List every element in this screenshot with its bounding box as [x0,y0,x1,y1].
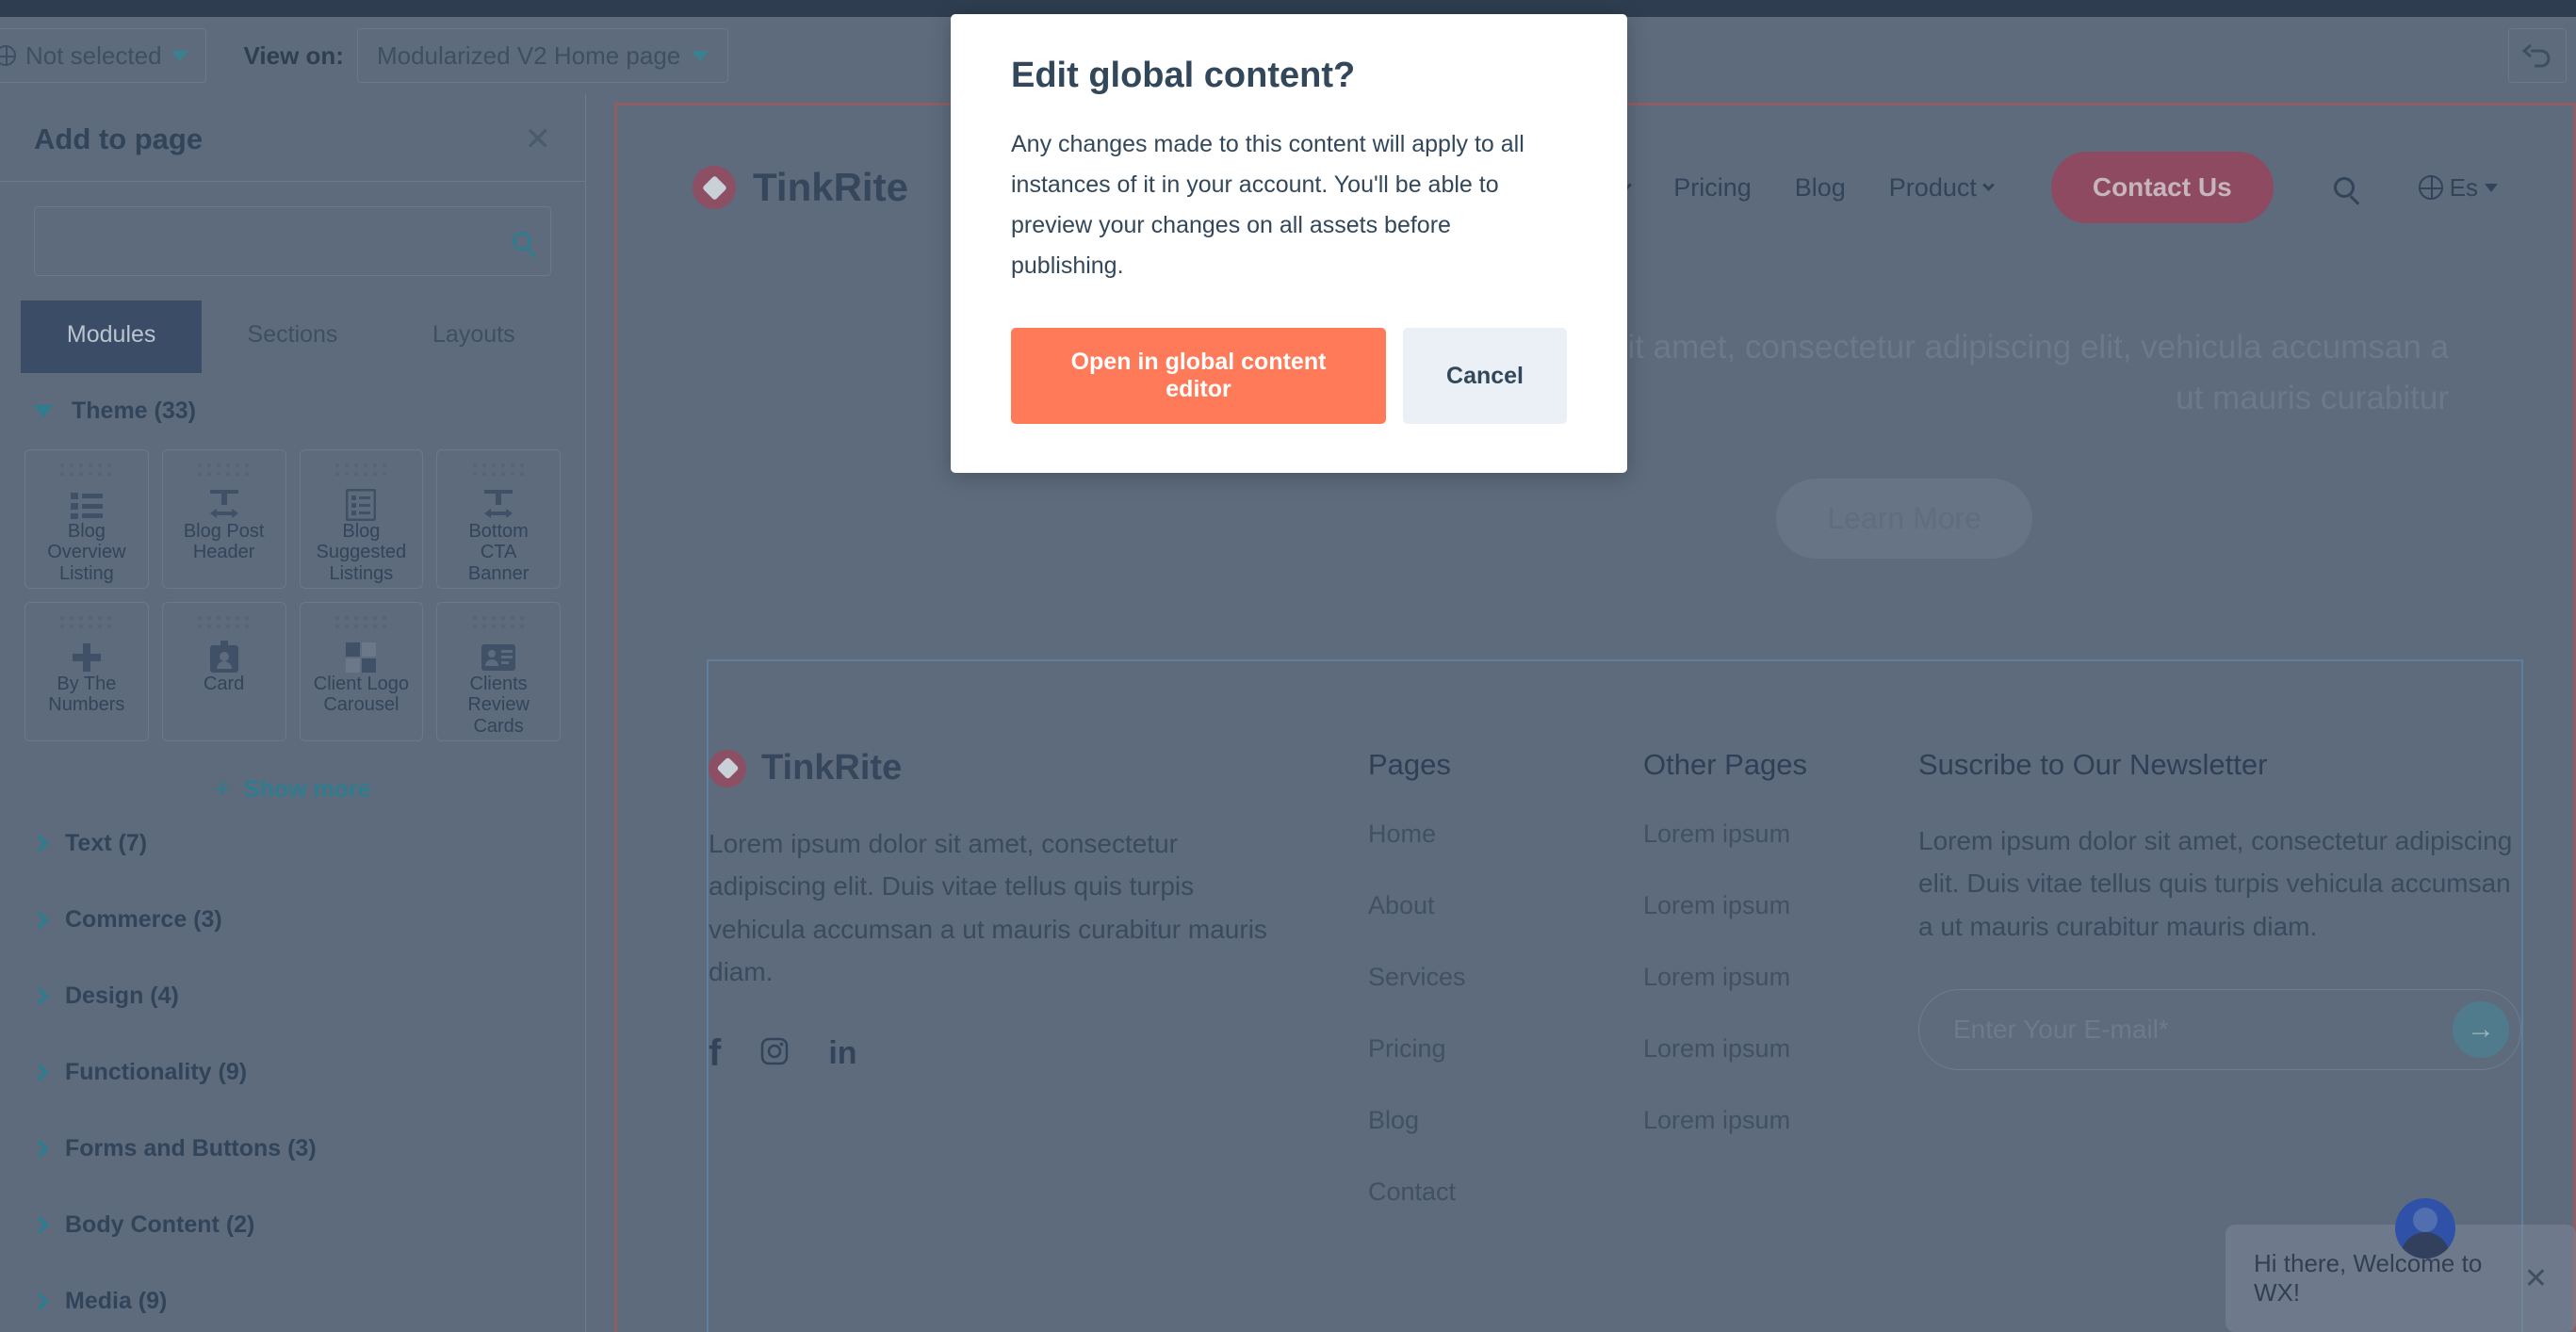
open-in-global-content-editor-button[interactable]: Open in global content editor [1011,328,1387,424]
app-root: Not selected View on: Modularized V2 Hom… [0,0,2576,1332]
dialog-title: Edit global content? [1011,56,1356,95]
dialog-body-text: Any changes made to this content will ap… [1011,131,1524,279]
dialog-actions: Open in global content editor Cancel [1011,328,1567,424]
edit-global-content-dialog: Edit global content? Any changes made to… [951,14,1627,473]
agent-avatar [2395,1198,2455,1259]
cancel-button[interactable]: Cancel [1403,328,1567,424]
